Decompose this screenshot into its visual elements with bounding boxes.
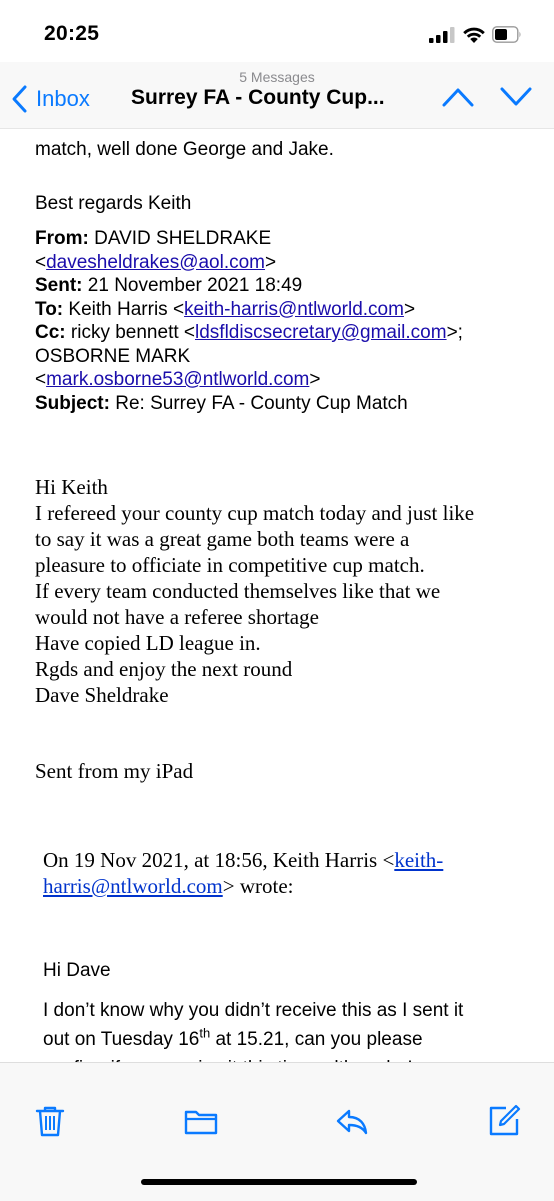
cc-email-link[interactable]: ldsfldiscsecretary@gmail.com: [195, 322, 447, 343]
body-line: Hi Keith: [35, 475, 108, 499]
quote-email-link[interactable]: keith-: [394, 848, 443, 872]
signature: Sent from my iPad: [35, 759, 194, 783]
body-line: Rgds and enjoy the next round: [35, 657, 293, 681]
message-text: Hi Keith I refereed your county cup matc…: [35, 474, 474, 708]
compose-icon[interactable]: [486, 1103, 522, 1139]
reply-greeting: Hi Dave: [43, 960, 111, 981]
chevron-left-icon: [12, 85, 27, 113]
reply-text: I don’t know why you didn’t receive this…: [43, 1000, 464, 1062]
quote-email-link-cont[interactable]: harris@ntlworld.com: [43, 874, 223, 898]
cc-name-2: OSBORNE MARK: [35, 345, 191, 367]
from-email-link[interactable]: davesheldrakes@aol.com: [46, 252, 265, 273]
battery-icon: [492, 26, 521, 43]
cc-email-link-2[interactable]: mark.osborne53@ntlworld.com: [46, 369, 309, 390]
body-line: I refereed your county cup match today a…: [35, 501, 475, 525]
body-line: pleasure to officiate in competitive cup…: [35, 553, 425, 577]
back-label: Inbox: [36, 86, 90, 111]
to-email-link[interactable]: keith-harris@ntlworld.com: [184, 299, 404, 320]
previous-text-fragment: match, well done George and Jake.: [35, 139, 334, 160]
subject: Re: Surrey FA - County Cup Match: [115, 392, 408, 414]
from-name: DAVID SHELDRAKE: [94, 228, 272, 249]
quote-intro: On 19 Nov 2021, at 18:56, Keith Harris <…: [43, 848, 444, 898]
cc-name: ricky bennett <: [70, 322, 195, 343]
wifi-icon: [463, 27, 485, 43]
signoff: Best regards Keith: [35, 193, 192, 214]
home-indicator: [141, 1179, 417, 1185]
body-line: Dave Sheldrake: [35, 683, 169, 707]
to-name: Keith Harris <: [68, 298, 185, 320]
body-line: If every team conducted themselves like …: [35, 579, 441, 603]
quoted-header: From: DAVID SHELDRAKE <davesheldrakes@ao…: [35, 228, 463, 414]
trash-icon[interactable]: [32, 1103, 68, 1139]
back-to-inbox-button[interactable]: Inbox: [10, 82, 90, 116]
thread-title: Surrey FA - County Cup...: [131, 86, 385, 109]
body-line: would not have a referee shortage: [35, 605, 319, 629]
reply-icon[interactable]: [334, 1103, 370, 1139]
status-time: 20:25: [44, 22, 100, 45]
folder-icon[interactable]: [183, 1103, 219, 1139]
body-line: to say it was a great game both teams we…: [35, 527, 410, 551]
body-line: Have copied LD league in.: [35, 631, 261, 655]
next-message-chevron-down-icon[interactable]: [498, 84, 534, 110]
status-bar: 20:25: [0, 0, 554, 62]
email-body: match, well done George and Jake. Best r…: [0, 129, 554, 1062]
sent-date: 21 November 2021 18:49: [87, 275, 303, 296]
cellular-signal-icon: [429, 27, 455, 43]
previous-message-chevron-up-icon[interactable]: [440, 84, 476, 110]
